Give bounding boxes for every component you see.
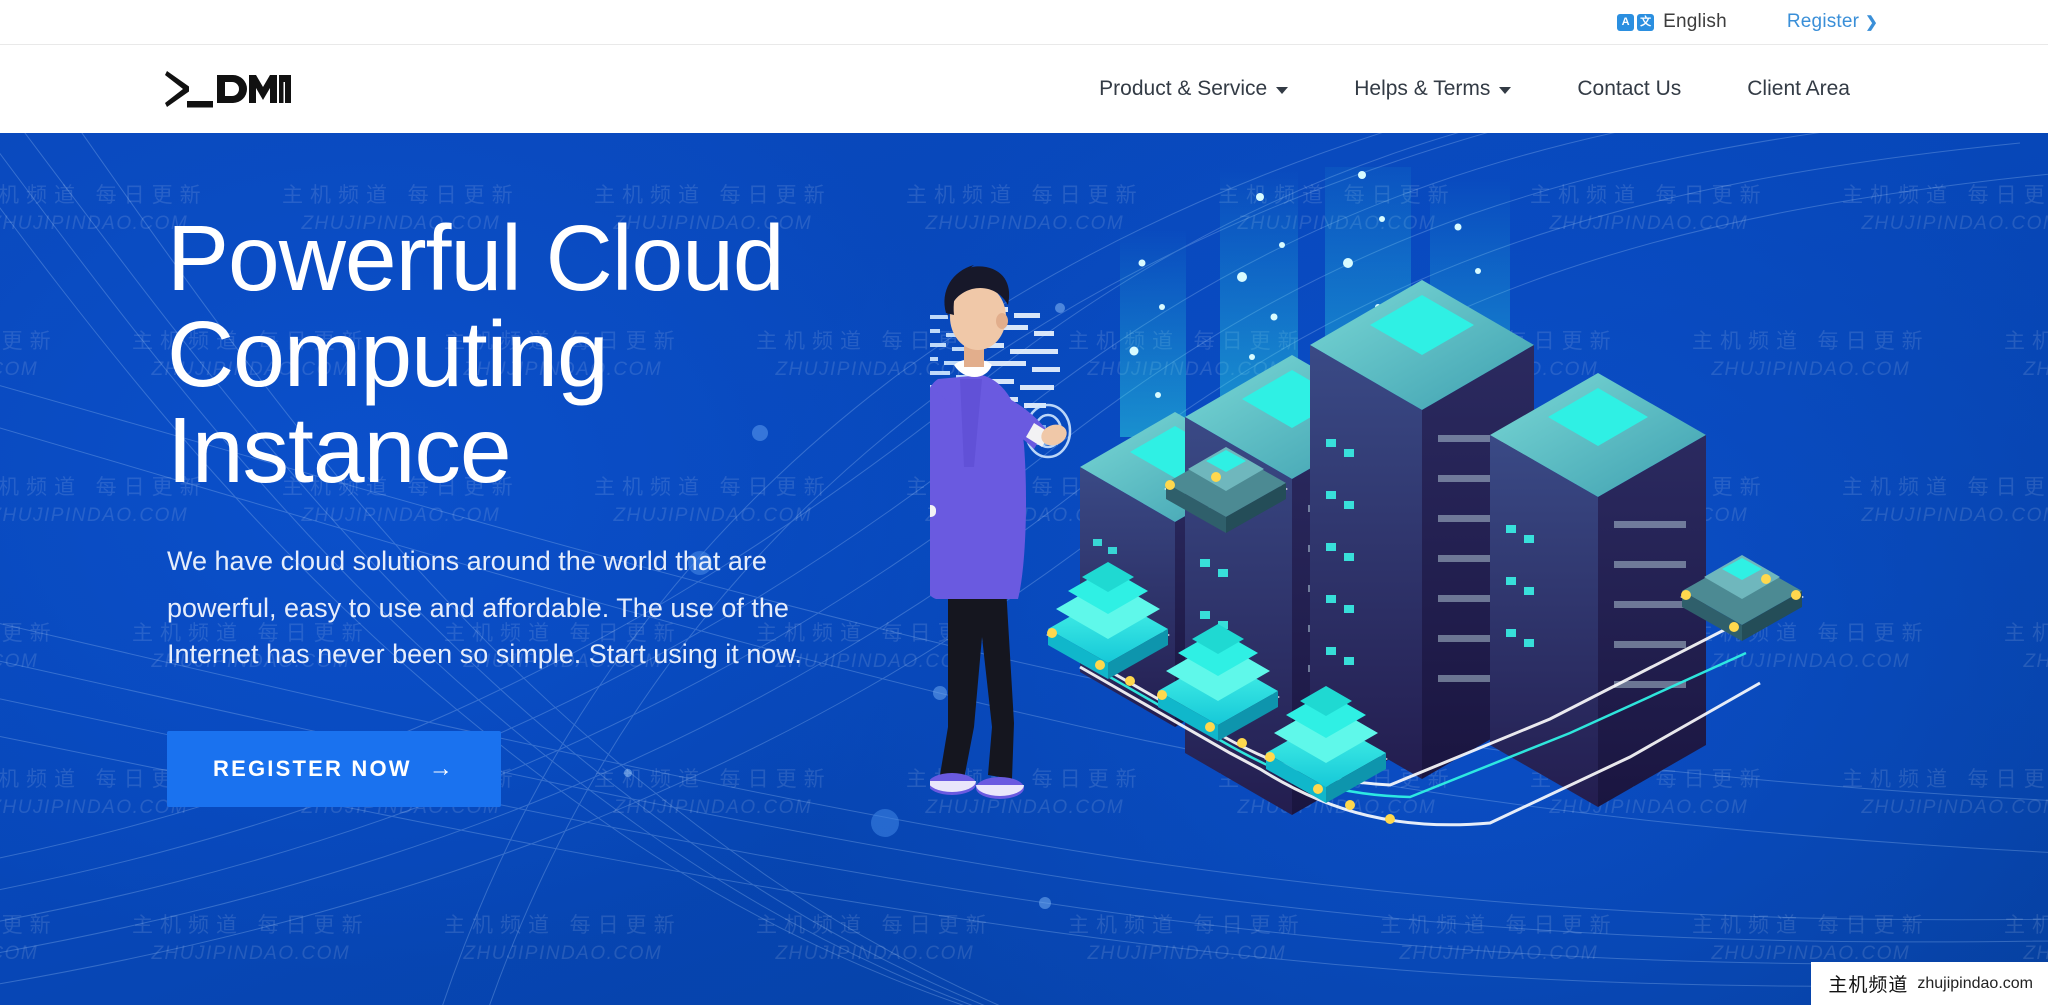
arrow-right-icon: →: [428, 754, 455, 782]
nav-item-product-service[interactable]: Product & Service: [1066, 77, 1321, 101]
translate-icon-cjk: 文: [1637, 13, 1655, 31]
hero-section: 主机频道 每日更新ZHUJIPINDAO.COM主机频道 每日更新ZHUJIPI…: [0, 133, 2048, 1005]
register-link-label: Register: [1786, 11, 1860, 32]
badge-chinese-label: 主机频道: [1828, 974, 1909, 996]
main-navigation: Product & Service Helps & Terms Contact …: [0, 45, 2048, 133]
register-now-label: REGISTER NOW: [213, 755, 412, 781]
utility-bar: A 文 English Register ❯: [0, 0, 2048, 45]
register-now-button[interactable]: REGISTER NOW →: [167, 730, 501, 807]
nav-item-client-area[interactable]: Client Area: [1714, 77, 1883, 101]
page-title: Powerful Cloud Computing Instance: [167, 210, 1067, 498]
nav-item-label: Helps & Terms: [1354, 77, 1491, 100]
chevron-down-icon: [1499, 87, 1512, 94]
headline-line-1: Powerful Cloud: [167, 206, 785, 310]
chevron-down-icon: [1276, 87, 1289, 94]
chevron-right-icon: ❯: [1865, 14, 1878, 31]
badge-domain-label: zhujipindao.com: [1917, 974, 2033, 992]
hero-content: Powerful Cloud Computing Instance We hav…: [167, 210, 1067, 807]
register-link[interactable]: Register ❯: [1787, 11, 1878, 33]
hero-subcopy: We have cloud solutions around the world…: [167, 546, 802, 670]
headline-line-2: Computing: [167, 301, 609, 406]
site-watermark-badge: 主机频道 zhujipindao.com: [1811, 962, 2048, 1005]
translate-icon: A 文: [1617, 13, 1655, 31]
nav-item-label: Product & Service: [1099, 77, 1268, 100]
nav-item-label: Client Area: [1747, 77, 1850, 100]
nav-item-contact-us[interactable]: Contact Us: [1544, 77, 1714, 101]
nav-item-label: Contact Us: [1577, 77, 1682, 100]
language-label: English: [1663, 11, 1727, 32]
language-switcher[interactable]: A 文 English: [1617, 11, 1727, 33]
logo-icon: [165, 71, 291, 108]
cloud-computing-illustration: [930, 167, 1805, 827]
translate-icon-latin: A: [1617, 13, 1635, 31]
server-rack-right: [1490, 373, 1706, 807]
nav-links: Product & Service Helps & Terms Contact …: [1066, 45, 1883, 133]
logo[interactable]: [163, 69, 291, 109]
headline-line-3: Instance: [167, 397, 512, 502]
nav-item-helps-terms[interactable]: Helps & Terms: [1321, 77, 1544, 101]
